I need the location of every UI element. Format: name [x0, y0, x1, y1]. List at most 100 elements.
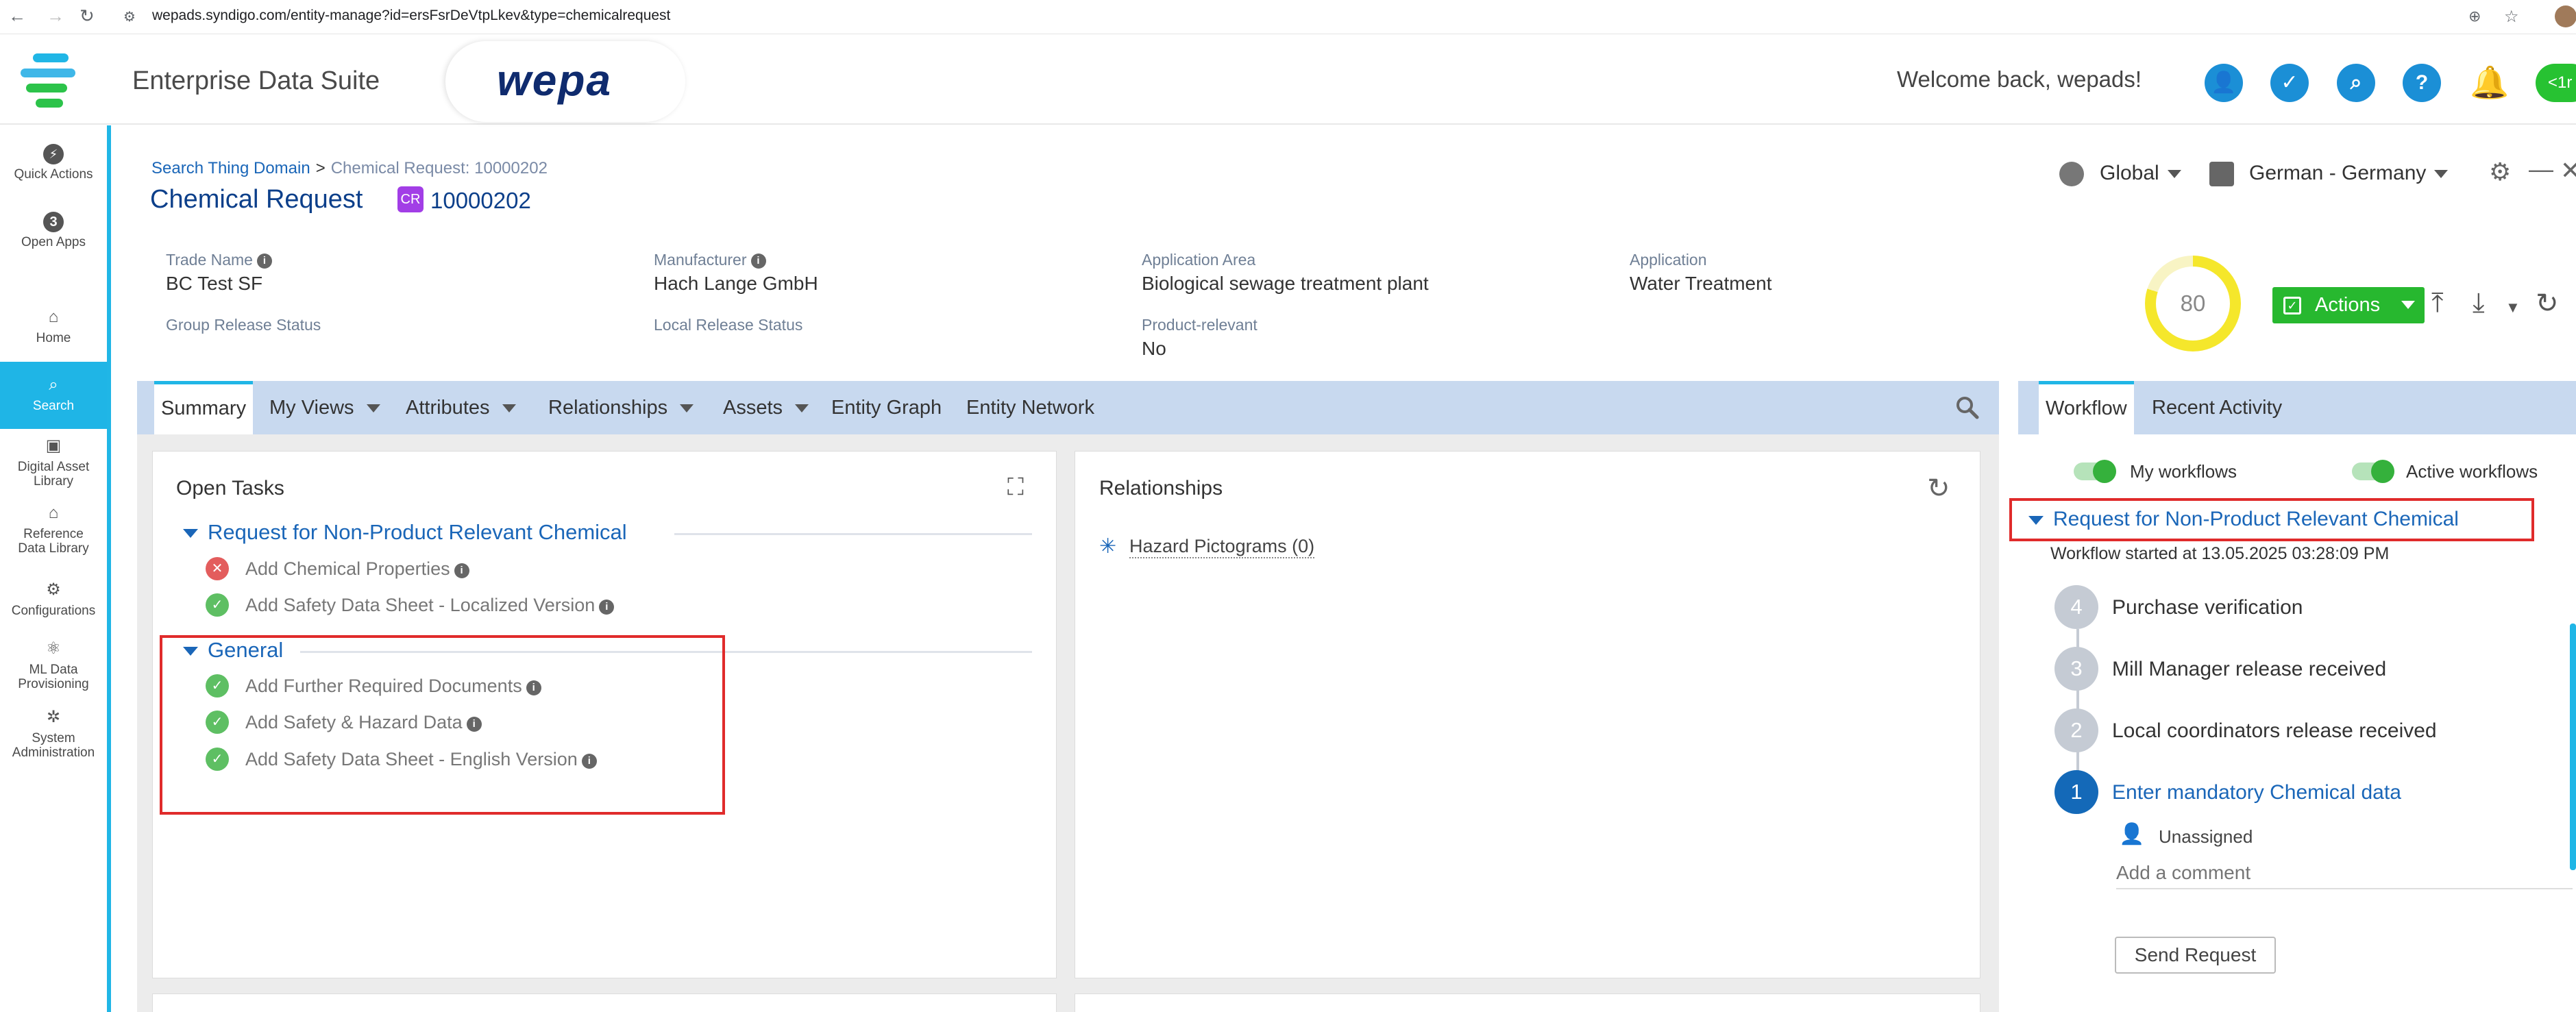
close-icon[interactable]: ✕: [2560, 156, 2576, 185]
tab-assets[interactable]: Assets: [723, 381, 809, 434]
lower-panel-left: [152, 994, 1057, 1012]
breadcrumb-root-link[interactable]: Search Thing Domain: [151, 159, 310, 177]
attr-application-area-label: Application Area: [1142, 251, 1256, 269]
nav-ml-data-provisioning[interactable]: ⚛ ML Data Provisioning: [0, 638, 107, 691]
attr-application-label: Application: [1630, 251, 1707, 269]
task-item[interactable]: Add Chemical Properties i: [245, 558, 469, 580]
settings-gear-icon[interactable]: ⚙: [2489, 158, 2511, 186]
gear-icon: ⚙: [46, 580, 61, 599]
open-tasks-title: Open Tasks: [176, 477, 284, 499]
nav-system-administration[interactable]: ✲ System Administration: [0, 706, 107, 760]
tab-summary[interactable]: Summary: [154, 381, 254, 434]
page-title: Chemical Request: [150, 185, 363, 214]
reload-icon[interactable]: ↻: [79, 5, 95, 27]
download-chevron-icon[interactable]: ▼: [2505, 299, 2520, 317]
active-workflows-toggle[interactable]: [2352, 460, 2394, 483]
expand-icon[interactable]: ⛶: [1007, 474, 1024, 501]
tab-recent-activity[interactable]: Recent Activity: [2152, 381, 2282, 434]
relationships-panel: [1075, 451, 1980, 978]
zoom-icon[interactable]: ⊕: [2468, 8, 2481, 25]
tasks-check-icon[interactable]: ✓: [2270, 64, 2309, 102]
header-pill-button[interactable]: <1r: [2536, 64, 2576, 102]
comment-input[interactable]: [2116, 858, 2573, 889]
attr-application-value: Water Treatment: [1630, 273, 1772, 294]
info-icon[interactable]: i: [750, 254, 766, 269]
assignee: Unassigned: [2159, 826, 2253, 847]
task-item[interactable]: Add Safety Data Sheet - Localized Versio…: [245, 595, 615, 616]
download-icon[interactable]: ⤓: [2473, 288, 2485, 319]
info-icon[interactable]: i: [256, 254, 272, 269]
help-icon[interactable]: ?: [2403, 64, 2441, 102]
upload-icon[interactable]: ⤒: [2431, 288, 2444, 319]
open-apps-count: 3: [43, 212, 64, 232]
nav-home[interactable]: ⌂ Home: [0, 306, 107, 345]
attr-local-release-status-label: Local Release Status: [654, 316, 803, 334]
address-bar[interactable]: wepads.syndigo.com/entity-manage?id=ersF…: [152, 8, 670, 24]
attr-manufacturer-value: Hach Lange GmbH: [654, 273, 818, 294]
error-status-icon: ✕: [206, 557, 229, 580]
chevron-down-icon: [2401, 301, 2415, 309]
admin-gear-icon: ✲: [46, 708, 61, 726]
translate-icon: [2209, 162, 2234, 186]
nav-open-apps[interactable]: 3 Open Apps: [0, 212, 107, 249]
tab-attributes[interactable]: Attributes: [406, 381, 516, 434]
welcome-message: Welcome back, wepads!: [1897, 66, 2142, 92]
site-info-icon[interactable]: ⚙: [123, 8, 136, 25]
bookmark-star-icon[interactable]: ☆: [2504, 7, 2519, 27]
search-icon[interactable]: [1954, 395, 1979, 419]
info-icon[interactable]: i: [599, 600, 615, 615]
workflow-scrollbar[interactable]: [2570, 624, 2576, 870]
hazard-relationship-icon: ✳: [1099, 535, 1117, 558]
tab-entity-graph[interactable]: Entity Graph: [831, 381, 942, 434]
relationships-title: Relationships: [1099, 477, 1223, 499]
nav-reference-data-library[interactable]: ⌂ Reference Data Library: [0, 502, 107, 556]
tab-my-views[interactable]: My Views: [269, 381, 380, 434]
step-number-current: 1: [2054, 770, 2098, 814]
info-icon[interactable]: i: [454, 563, 469, 578]
step-local-coordinators[interactable]: Local coordinators release received: [2112, 719, 2437, 743]
back-icon[interactable]: ←: [8, 5, 26, 27]
browser-profile-avatar[interactable]: [2555, 5, 2576, 27]
attr-group-release-status-label: Group Release Status: [166, 316, 321, 334]
minimize-icon[interactable]: —: [2529, 155, 2553, 184]
tab-relationships[interactable]: Relationships: [548, 381, 694, 434]
my-workflows-toggle[interactable]: [2074, 460, 2116, 483]
user-profile-icon[interactable]: 👤: [2205, 64, 2243, 102]
attr-product-relevant-value: No: [1142, 338, 1166, 359]
nav-configurations[interactable]: ⚙ Configurations: [0, 579, 107, 618]
relationship-hazard-pictograms[interactable]: Hazard Pictograms (0): [1129, 536, 1315, 558]
task-group-non-product[interactable]: Request for Non-Product Relevant Chemica…: [183, 520, 627, 545]
group-divider: [674, 533, 1032, 535]
attr-manufacturer-label: Manufacturer i: [654, 251, 766, 269]
locale-selector[interactable]: German - Germany: [2249, 162, 2449, 185]
syndigo-logo-icon[interactable]: [21, 53, 84, 108]
refresh-icon[interactable]: ↻: [2536, 288, 2559, 319]
step-enter-chemical-data[interactable]: Enter mandatory Chemical data: [2112, 781, 2401, 804]
search-icon[interactable]: ⌕: [2337, 64, 2375, 102]
step-mill-manager[interactable]: Mill Manager release received: [2112, 658, 2386, 681]
forward-icon[interactable]: →: [47, 5, 64, 27]
nav-quick-actions[interactable]: ⚡ Quick Actions: [0, 144, 107, 182]
tab-entity-network[interactable]: Entity Network: [966, 381, 1094, 434]
workflow-started: Workflow started at 13.05.2025 03:28:09 …: [2050, 544, 2390, 563]
send-request-button[interactable]: Send Request: [2115, 937, 2276, 974]
notifications-bell-icon[interactable]: 🔔: [2470, 64, 2509, 101]
search-nav-icon: ⌕: [49, 375, 58, 394]
nav-search[interactable]: ⌕ Search: [0, 362, 107, 429]
tab-workflow[interactable]: Workflow: [2039, 381, 2134, 434]
wepa-logo: wepa: [497, 55, 613, 105]
actions-button[interactable]: ✓ Actions: [2272, 287, 2425, 323]
step-purchase-verification[interactable]: Purchase verification: [2112, 596, 2303, 619]
tag-icon: ⌂: [48, 504, 59, 522]
step-number: 3: [2054, 647, 2098, 691]
ml-network-icon: ⚛: [46, 639, 61, 658]
scope-selector[interactable]: Global: [2100, 162, 2181, 185]
entity-id: 10000202: [430, 188, 531, 213]
checkbox-icon: ✓: [2283, 297, 2301, 314]
globe-icon: [2059, 162, 2084, 186]
completeness-score-gauge[interactable]: 80: [2145, 256, 2241, 351]
nav-digital-asset-library[interactable]: ▣ Digital Asset Library: [0, 435, 107, 489]
refresh-icon[interactable]: ↻: [1927, 473, 1950, 504]
attr-trade-name-value: BC Test SF: [166, 273, 263, 294]
lightning-icon: ⚡: [43, 144, 64, 164]
